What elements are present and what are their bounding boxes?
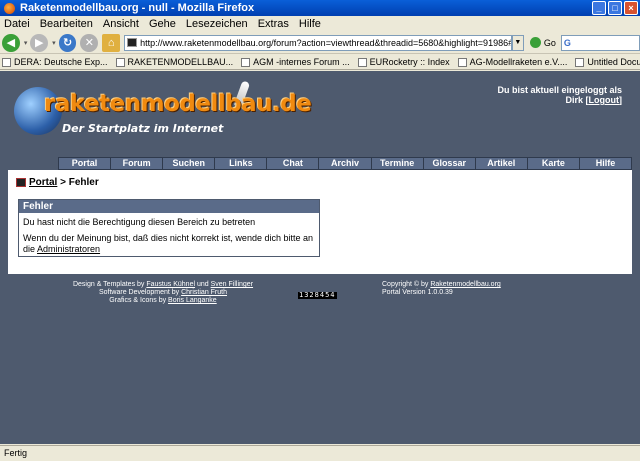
menu-forum[interactable]: Forum: [111, 157, 164, 170]
site-favicon: [127, 38, 138, 47]
bookmark-item[interactable]: AGM -internes Forum ...: [241, 57, 350, 67]
search-input[interactable]: G: [560, 34, 640, 51]
bookmark-item[interactable]: RAKETENMODELLBAU...: [115, 57, 233, 67]
logo-brand: raketenmodellbau.de: [44, 91, 312, 117]
bookmark-page-icon: [241, 57, 251, 67]
logo-slogan: Der Startplatz im Internet: [62, 122, 224, 135]
url-dropdown-icon[interactable]: ▼: [511, 34, 524, 51]
error-box: Fehler Du hast nicht die Berechtigung di…: [18, 199, 320, 257]
footer-credits: Design & Templates by Faustus Kühnel und…: [72, 281, 254, 304]
footer-copyright: Copyright © by Raketenmodellbau.org Port…: [382, 281, 501, 296]
bookmark-page-icon: [457, 57, 467, 67]
window-title: Raketenmodellbau.org - null - Mozilla Fi…: [20, 2, 255, 14]
error-body: Du hast nicht die Berechtigung diesen Be…: [19, 213, 319, 255]
breadcrumb-current: Fehler: [68, 177, 99, 188]
stop-icon[interactable]: ✕: [80, 33, 99, 52]
menu-bar: Datei Bearbeiten Ansicht Gehe Lesezeiche…: [0, 16, 640, 32]
bookmarks-toolbar: DERA: Deutsche Exp... RAKETENMODELLBAU..…: [0, 55, 640, 70]
menu-hilfe[interactable]: Hilfe: [299, 18, 321, 30]
page-footer: Design & Templates by Faustus Kühnel und…: [0, 281, 640, 311]
window-titlebar: Raketenmodellbau.org - null - Mozilla Fi…: [0, 0, 640, 16]
back-dropdown-icon[interactable]: ▾: [24, 39, 28, 47]
google-icon: G: [563, 37, 571, 48]
bookmark-page-icon: [2, 57, 11, 67]
breadcrumb-portal-link[interactable]: Portal: [29, 177, 57, 188]
breadcrumb-icon: [16, 178, 26, 187]
go-icon: [529, 37, 541, 48]
menu-lesezeichen[interactable]: Lesezeichen: [186, 18, 248, 30]
menu-datei[interactable]: Datei: [4, 18, 30, 30]
menu-hilfe[interactable]: Hilfe: [579, 157, 633, 170]
menu-bearbeiten[interactable]: Bearbeiten: [40, 18, 93, 30]
credit-link[interactable]: Faustus Kühnel: [146, 281, 195, 288]
forward-dropdown-icon[interactable]: ▾: [52, 39, 56, 47]
login-info: Du bist aktuell eingeloggt als Dirk [Log…: [497, 85, 622, 105]
menu-archiv[interactable]: Archiv: [319, 157, 372, 170]
menu-karte[interactable]: Karte: [527, 157, 580, 170]
login-status: Du bist aktuell eingeloggt als: [497, 85, 622, 95]
error-hint: Wenn du der Meinung bist, daß dies nicht…: [23, 233, 313, 254]
bookmark-page-icon: [357, 57, 367, 67]
navigation-toolbar: ◀ ▾ ▶ ▾ ↻ ✕ ⌂ http://www.raketenmodellba…: [0, 32, 640, 54]
home-icon[interactable]: ⌂: [102, 33, 121, 52]
credit-link[interactable]: Christian Fruth: [181, 289, 227, 296]
error-title: Fehler: [19, 200, 319, 213]
administrators-link[interactable]: Administratoren: [37, 244, 100, 254]
menu-links[interactable]: Links: [215, 157, 268, 170]
menu-chat[interactable]: Chat: [267, 157, 320, 170]
minimize-button[interactable]: _: [592, 1, 606, 15]
bookmark-page-icon: [115, 57, 125, 67]
logout-link[interactable]: Logout: [589, 95, 620, 105]
forward-icon[interactable]: ▶: [30, 33, 49, 52]
menu-gehe[interactable]: Gehe: [149, 18, 176, 30]
site-menu: Portal Forum Suchen Links Chat Archiv Te…: [58, 157, 633, 170]
credit-link[interactable]: Boris Langanke: [168, 297, 217, 304]
status-bar: Fertig: [0, 445, 640, 461]
bookmark-item[interactable]: EURocketry :: Index: [357, 57, 450, 67]
go-button[interactable]: Go: [529, 37, 556, 48]
url-text: http://www.raketenmodellbau.org/forum?ac…: [140, 37, 511, 48]
menu-artikel[interactable]: Artikel: [475, 157, 528, 170]
reload-icon[interactable]: ↻: [58, 33, 77, 52]
menu-glossar[interactable]: Glossar: [423, 157, 476, 170]
portal-version: Portal Version 1.0.0.39: [382, 289, 453, 296]
menu-termine[interactable]: Termine: [371, 157, 424, 170]
menu-ansicht[interactable]: Ansicht: [103, 18, 139, 30]
maximize-button[interactable]: □: [608, 1, 622, 15]
menu-suchen[interactable]: Suchen: [163, 157, 216, 170]
copyright-link[interactable]: Raketenmodellbau.org: [430, 281, 500, 288]
error-message: Du hast nicht die Berechtigung diesen Be…: [23, 217, 256, 227]
login-username: Dirk: [565, 95, 583, 105]
web-page: raketenmodellbau.de Der Startplatz im In…: [0, 71, 640, 444]
breadcrumb-separator: >: [57, 177, 69, 188]
content-panel: Portal > Fehler Fehler Du hast nicht die…: [8, 170, 632, 274]
url-bar[interactable]: http://www.raketenmodellbau.org/forum?ac…: [124, 34, 512, 51]
breadcrumb: Portal > Fehler: [16, 177, 99, 188]
visitor-counter: 1328454: [298, 291, 337, 299]
go-label: Go: [543, 37, 556, 48]
close-button[interactable]: ×: [624, 1, 638, 15]
bookmark-page-icon: [575, 57, 585, 67]
bookmark-item[interactable]: Untitled Document: [575, 57, 640, 67]
credit-link[interactable]: Sven Fillinger: [211, 281, 253, 288]
bookmark-item[interactable]: DERA: Deutsche Exp...: [2, 57, 108, 67]
menu-extras[interactable]: Extras: [258, 18, 289, 30]
site-logo[interactable]: raketenmodellbau.de Der Startplatz im In…: [10, 77, 312, 143]
back-icon[interactable]: ◀: [2, 33, 20, 52]
menu-portal[interactable]: Portal: [58, 157, 112, 170]
firefox-icon: [4, 2, 15, 14]
bookmark-item[interactable]: AG-Modellraketen e.V....: [457, 57, 567, 67]
status-text: Fertig: [4, 448, 28, 458]
